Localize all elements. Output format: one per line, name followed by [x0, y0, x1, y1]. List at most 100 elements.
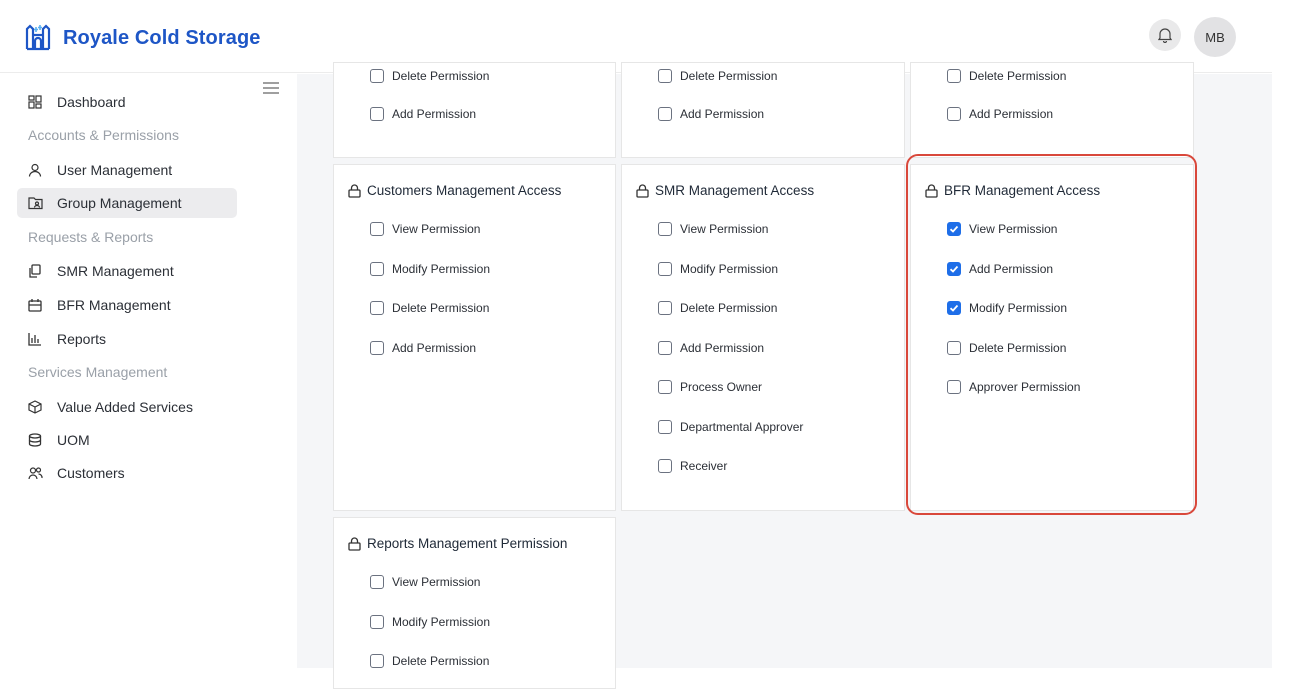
card-title: BFR Management Access — [925, 183, 1100, 198]
checkbox-checked[interactable] — [947, 222, 961, 236]
checkbox[interactable] — [370, 654, 384, 668]
permission-card-top-1: Delete Permission Add Permission — [333, 62, 616, 158]
checkbox[interactable] — [658, 107, 672, 121]
users-icon — [27, 465, 43, 481]
permission-label: View Permission — [680, 222, 769, 236]
sidebar-item-dashboard[interactable]: Dashboard — [17, 87, 237, 117]
checkbox[interactable] — [658, 419, 672, 434]
card-title: SMR Management Access — [636, 183, 814, 198]
permission-row[interactable]: View Permission — [947, 222, 1057, 236]
permission-row[interactable]: Delete Permission — [370, 301, 489, 315]
lock-icon — [925, 183, 938, 198]
checkbox[interactable] — [658, 261, 672, 276]
permission-row[interactable]: Add Permission — [947, 107, 1053, 121]
permission-row[interactable]: Receiver — [658, 459, 727, 473]
checkbox[interactable] — [658, 340, 672, 355]
permission-row[interactable]: View Permission — [370, 222, 480, 236]
permission-row[interactable]: Add Permission — [658, 107, 764, 121]
permission-label: Modify Permission — [392, 261, 491, 276]
checkbox[interactable] — [658, 222, 672, 236]
header-overlap — [297, 0, 1229, 73]
permission-label: Process Owner — [680, 380, 763, 394]
section-services-label: Services Management — [28, 364, 168, 380]
permission-row[interactable]: Add Permission — [370, 107, 476, 121]
sidebar-item-uom[interactable]: UOM — [17, 425, 237, 455]
checkbox[interactable] — [658, 301, 672, 315]
permission-label: Modify Permission — [680, 261, 779, 276]
dashboard-icon — [27, 94, 43, 110]
checkbox[interactable] — [947, 380, 961, 394]
permission-row[interactable]: Process Owner — [658, 380, 762, 394]
copy-icon — [27, 263, 43, 279]
logo-icon — [25, 24, 51, 51]
sidebar-item-group-management[interactable]: Group Management — [17, 188, 237, 218]
sidebar-item-reports[interactable]: Reports — [17, 324, 237, 354]
lock-icon — [636, 183, 649, 198]
checkbox[interactable] — [370, 575, 384, 589]
sidebar-item-label: UOM — [57, 432, 90, 448]
sidebar-item-value-added-services[interactable]: Value Added Services — [17, 392, 237, 422]
permission-row[interactable]: Delete Permission — [658, 301, 777, 315]
sidebar-item-label: BFR Management — [57, 297, 171, 313]
permission-row[interactable]: View Permission — [658, 222, 768, 236]
permission-row[interactable]: Add Permission — [658, 340, 764, 355]
card-title: Customers Management Access — [348, 183, 561, 198]
sidebar-item-user-management[interactable]: User Management — [17, 155, 237, 185]
permission-row[interactable]: Add Permission — [947, 261, 1053, 276]
checkbox[interactable] — [947, 340, 961, 355]
reports-management-card: Reports Management Permission View Permi… — [333, 517, 616, 689]
permission-row[interactable]: View Permission — [370, 575, 480, 589]
sidebar-item-smr-management[interactable]: SMR Management — [17, 256, 237, 286]
sidebar-item-label: Reports — [57, 331, 107, 347]
checkbox-checked[interactable] — [947, 301, 961, 315]
checkbox[interactable] — [658, 459, 672, 473]
user-icon — [27, 162, 43, 178]
brand-title[interactable]: Royale Cold Storage — [63, 27, 261, 50]
checkmark-icon — [949, 304, 959, 312]
permission-row[interactable]: Add Permission — [370, 340, 476, 355]
permission-label: Delete Permission — [969, 340, 1067, 355]
folder-user-icon — [27, 195, 43, 211]
checkbox[interactable] — [370, 301, 384, 315]
card-title-text: Reports Management Permission — [367, 536, 568, 551]
bfr-management-card: BFR Management Access View Permission Add… — [910, 164, 1194, 511]
checkbox[interactable] — [370, 107, 384, 121]
checkbox-checked[interactable] — [947, 261, 961, 276]
card-title: Reports Management Permission — [348, 536, 567, 551]
checkbox[interactable] — [370, 340, 384, 355]
section-accounts-label: Accounts & Permissions — [28, 127, 179, 143]
permission-card-top-2: Delete Permission Add Permission — [621, 62, 905, 158]
checkbox[interactable] — [947, 107, 961, 121]
sidebar-item-customers[interactable]: Customers — [17, 458, 237, 488]
checkbox[interactable] — [370, 222, 384, 236]
permission-row[interactable]: Delete Permission — [947, 340, 1067, 355]
section-requests-label: Requests & Reports — [28, 229, 154, 245]
permission-row[interactable]: Modify Permission — [947, 301, 1067, 315]
permission-row[interactable]: Approver Permission — [947, 380, 1080, 394]
permission-label: Modify Permission — [969, 301, 1068, 315]
card-title-text: Customers Management Access — [367, 183, 562, 198]
sidebar-item-label: SMR Management — [57, 263, 174, 279]
permission-label: Modify Permission — [392, 614, 491, 629]
sidebar-item-label: Customers — [57, 465, 125, 481]
permission-row[interactable]: Modify Permission — [658, 261, 779, 276]
permission-label: Delete Permission — [680, 301, 778, 315]
permission-label: Receiver — [680, 459, 728, 473]
checkbox[interactable] — [370, 261, 384, 276]
hamburger-menu-icon[interactable] — [262, 80, 280, 96]
sidebar-item-label: Value Added Services — [57, 399, 193, 415]
permission-row[interactable]: Departmental Approver — [658, 419, 803, 434]
permission-label: Delete Permission — [392, 301, 490, 315]
permission-row[interactable]: Modify Permission — [370, 614, 491, 629]
checkbox[interactable] — [370, 614, 384, 629]
permission-row[interactable]: Modify Permission — [370, 261, 491, 276]
right-strip — [1229, 74, 1272, 668]
checkbox[interactable] — [658, 380, 672, 394]
permission-row[interactable]: Delete Permission — [370, 654, 489, 668]
permission-label: Approver Permission — [969, 380, 1081, 394]
permission-label: View Permission — [392, 222, 481, 236]
sidebar-item-label: User Management — [57, 162, 173, 178]
checkmark-icon — [949, 225, 959, 233]
sidebar-item-bfr-management[interactable]: BFR Management — [17, 290, 237, 320]
permission-label: Add Permission — [969, 107, 1054, 121]
